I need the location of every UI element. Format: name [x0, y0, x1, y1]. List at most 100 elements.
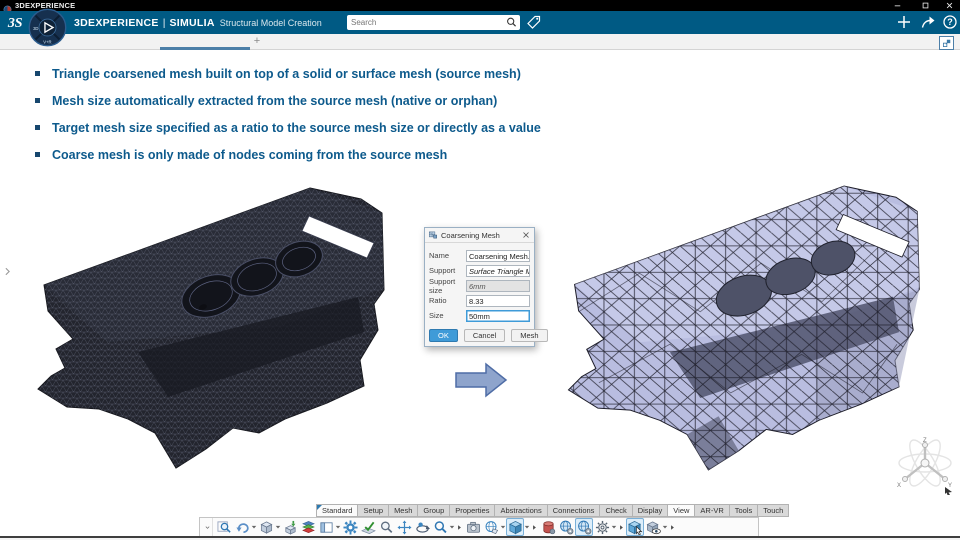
- minimize-button[interactable]: [888, 0, 906, 11]
- share-icon[interactable]: [920, 14, 936, 30]
- tab-standard[interactable]: Standard: [316, 504, 359, 517]
- active-tab-indicator[interactable]: [160, 47, 250, 50]
- tab-group[interactable]: Group: [418, 504, 451, 517]
- tab-setup[interactable]: Setup: [358, 504, 390, 517]
- field-label: Ratio: [429, 296, 447, 305]
- dialog-field-row: Support size 6mm: [429, 276, 530, 295]
- ok-button[interactable]: OK: [429, 329, 458, 342]
- cylinder-red-icon[interactable]: [539, 518, 557, 536]
- zoom-area-icon[interactable]: [215, 518, 233, 536]
- app-icon: [3, 1, 12, 14]
- svg-text:3S: 3S: [7, 16, 23, 31]
- globe-cube-icon[interactable]: [482, 518, 500, 536]
- toolbar-flyout-arrow-icon[interactable]: [668, 518, 677, 536]
- tab-connections[interactable]: Connections: [547, 504, 601, 517]
- tag-icon[interactable]: [526, 14, 542, 30]
- triad-z-label: Z: [923, 438, 927, 444]
- maximize-button[interactable]: [916, 0, 934, 11]
- coarsening-mesh-dialog[interactable]: Coarsening Mesh Name Coarsening Mesh.1 Sup…: [424, 227, 548, 347]
- tab-display[interactable]: Display: [632, 504, 669, 517]
- undo-icon[interactable]: [233, 518, 251, 536]
- bullet-item: Mesh size automatically extracted from t…: [35, 88, 541, 115]
- bullet-text: Target mesh size specified as a ratio to…: [52, 121, 541, 135]
- check-surface-icon[interactable]: [359, 518, 377, 536]
- pan-icon[interactable]: [395, 518, 413, 536]
- source-mesh-engine-block[interactable]: [28, 182, 410, 470]
- field-input-name[interactable]: Coarsening Mesh.1: [466, 249, 530, 262]
- gear-blue-icon[interactable]: [341, 518, 359, 536]
- field-input-support-size[interactable]: 6mm: [466, 279, 530, 292]
- compass-3d-label: 3D: [33, 26, 38, 31]
- cancel-button[interactable]: Cancel: [463, 329, 506, 342]
- layers-icon[interactable]: [299, 518, 317, 536]
- toolbar-flyout-arrow-icon[interactable]: [455, 518, 464, 536]
- coarsened-mesh-engine-block[interactable]: [556, 180, 948, 472]
- compass-vr-label: V+R: [43, 40, 51, 45]
- help-icon[interactable]: ?: [942, 14, 958, 30]
- dialog-close-icon[interactable]: [521, 230, 531, 240]
- transformation-arrow: [455, 362, 508, 398]
- axis-triad-robot[interactable]: Z X Y: [895, 437, 955, 495]
- 3dexperience-compass-icon[interactable]: 3D V+R: [28, 8, 67, 47]
- bullet-text: Triangle coarsened mesh built on top of …: [52, 67, 521, 81]
- tab-tools[interactable]: Tools: [729, 504, 759, 517]
- field-label: Size: [429, 311, 444, 320]
- dialog-title: Coarsening Mesh: [441, 230, 500, 240]
- camera-icon[interactable]: [464, 518, 482, 536]
- cube-eye-icon[interactable]: [644, 518, 662, 536]
- import-box-icon[interactable]: [281, 518, 299, 536]
- rotate-icon[interactable]: [413, 518, 431, 536]
- gear-outline-icon[interactable]: [593, 518, 611, 536]
- globe-gear-icon[interactable]: [557, 518, 575, 536]
- cube-blue-icon[interactable]: [506, 518, 524, 536]
- search-input[interactable]: [347, 18, 505, 27]
- magnifier-icon[interactable]: [377, 518, 395, 536]
- field-input-size[interactable]: 50mm: [466, 309, 530, 322]
- triad-x-label: X: [897, 483, 901, 489]
- action-bar-tabs: Standard Setup Mesh Group Properties Abstract…: [316, 504, 790, 517]
- close-button[interactable]: [940, 0, 958, 11]
- tab-view[interactable]: View: [668, 504, 696, 517]
- toolbar-collapse-button[interactable]: [202, 518, 213, 536]
- dialog-buttons: OK Cancel Mesh: [425, 323, 548, 342]
- field-input-support[interactable]: Surface Triangle Mesh: [466, 264, 530, 277]
- search-icon[interactable]: [505, 16, 518, 29]
- coarsening-mesh-icon: [428, 230, 438, 240]
- bullet-square-icon: [35, 98, 40, 103]
- dialog-field-row: Size 50mm: [429, 308, 530, 323]
- tab-properties[interactable]: Properties: [450, 504, 496, 517]
- tab-ar-vr[interactable]: AR-VR: [695, 504, 730, 517]
- bullet-square-icon: [35, 125, 40, 130]
- tab-mesh[interactable]: Mesh: [389, 504, 419, 517]
- dialog-field-row: Name Coarsening Mesh.1: [429, 248, 530, 263]
- field-label: Support size: [429, 276, 456, 295]
- expand-panel-chevron-icon[interactable]: [1, 265, 14, 278]
- window-titlebar: 3DEXPERIENCE: [0, 0, 960, 14]
- panel-icon[interactable]: [317, 518, 335, 536]
- globe-gear-boxed-icon[interactable]: [575, 518, 593, 536]
- cube-cursor-icon[interactable]: [626, 518, 644, 536]
- triad-y-label: Y: [948, 483, 952, 489]
- iso-cube-icon[interactable]: [257, 518, 275, 536]
- expand-window-button[interactable]: [939, 36, 954, 50]
- add-content-icon[interactable]: [896, 14, 912, 30]
- bullet-text: Coarse mesh is only made of nodes coming…: [52, 148, 448, 162]
- field-input-ratio[interactable]: 8.33: [466, 294, 530, 307]
- tab-check[interactable]: Check: [600, 504, 633, 517]
- zoom-q-icon[interactable]: [431, 518, 449, 536]
- svg-text:?: ?: [947, 17, 953, 27]
- bullet-item: Coarse mesh is only made of nodes coming…: [35, 142, 541, 169]
- dialog-titlebar[interactable]: Coarsening Mesh: [425, 228, 534, 243]
- toolbar-flyout-arrow-icon[interactable]: [530, 518, 539, 536]
- search-box[interactable]: [347, 15, 520, 30]
- tab-abstractions[interactable]: Abstractions: [495, 504, 548, 517]
- field-label: Name: [429, 251, 450, 260]
- tab-touch[interactable]: Touch: [758, 504, 790, 517]
- new-tab-button[interactable]: +: [250, 34, 264, 48]
- bullet-square-icon: [35, 152, 40, 157]
- brand-separator: |: [162, 16, 166, 29]
- toolbar-flyout-arrow-icon[interactable]: [617, 518, 626, 536]
- brand-text: 3DEXPERIENCE: [74, 16, 159, 29]
- mesh-button[interactable]: Mesh: [511, 329, 548, 342]
- app-subtitle: Structural Model Creation: [219, 17, 322, 28]
